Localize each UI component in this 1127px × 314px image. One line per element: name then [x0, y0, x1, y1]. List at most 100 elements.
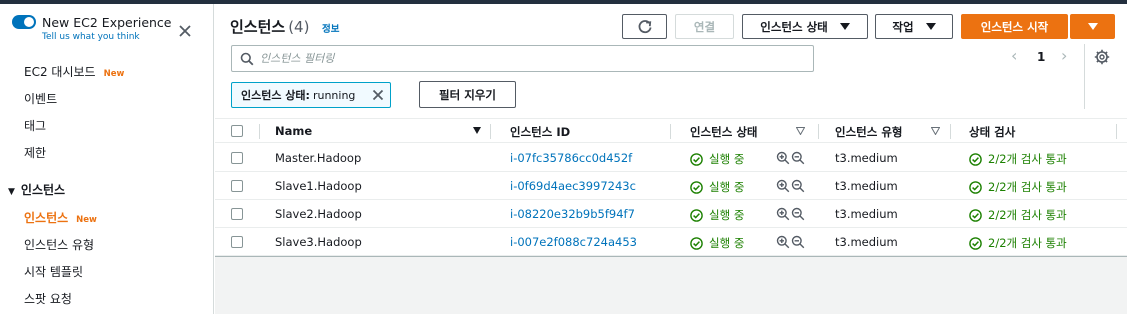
- instance-type: t3.medium: [835, 235, 898, 249]
- caret-down-icon: [925, 23, 936, 30]
- sort-desc-icon[interactable]: [473, 127, 481, 134]
- column-divider: [818, 124, 819, 139]
- main-content: 인스턴스(4) 정보 연결 인스턴스 상태 작업 인스턴스 시작 ‹ 1 › 인…: [215, 4, 1127, 314]
- new-badge: New: [103, 69, 125, 79]
- column-divider: [490, 124, 491, 139]
- current-page-number[interactable]: 1: [1037, 50, 1045, 64]
- instance-state: 실행 중: [690, 151, 744, 167]
- instance-name: Slave1.Hadoop: [275, 179, 362, 193]
- column-divider: [1116, 124, 1117, 139]
- column-header-name[interactable]: Name: [275, 124, 312, 138]
- instance-state-text: 실행 중: [709, 180, 745, 194]
- launch-dropdown-button[interactable]: [1070, 14, 1115, 39]
- column-header-status-check[interactable]: 상태 검사: [969, 124, 1015, 140]
- details-pane: [215, 256, 1127, 314]
- search-bar[interactable]: [231, 45, 814, 72]
- refresh-button[interactable]: [622, 14, 667, 39]
- actions-label: 작업: [892, 19, 914, 34]
- instance-type: t3.medium: [835, 207, 898, 221]
- toggle-track[interactable]: [12, 15, 36, 29]
- table-row[interactable]: Master.Hadoop i-07fc35786cc0d452f 실행 중 t…: [215, 144, 1127, 172]
- instance-state-text: 실행 중: [709, 152, 745, 166]
- status-check-text: 2/2개 검사 통과: [988, 236, 1067, 250]
- status-check: 2/2개 검사 통과: [969, 207, 1067, 223]
- filter-token-key: 인스턴스 상태:: [241, 89, 310, 102]
- zoom-out-icon[interactable]: [791, 235, 805, 249]
- sidebar-item-ec2-dashboard[interactable]: EC2 대시보드 New: [24, 63, 124, 80]
- table-header: Name 인스턴스 ID 인스턴스 상태 인스턴스 유형 상태 검사: [215, 118, 1127, 143]
- sidebar-item-limits[interactable]: 제한: [24, 144, 46, 161]
- row-checkbox[interactable]: [231, 208, 243, 220]
- zoom-out-icon[interactable]: [791, 179, 805, 193]
- toggle-knob: [24, 17, 34, 27]
- previous-page-button[interactable]: ‹: [1011, 46, 1017, 65]
- column-divider: [670, 124, 671, 139]
- status-check-text: 2/2개 검사 통과: [988, 152, 1067, 166]
- sidebar-item-instance-types[interactable]: 인스턴스 유형: [24, 236, 94, 253]
- sidebar-section-instances[interactable]: ▼ 인스턴스: [8, 181, 65, 198]
- sidebar-item-tags[interactable]: 태그: [24, 117, 46, 134]
- zoom-in-icon[interactable]: [776, 235, 790, 249]
- launch-instances-button[interactable]: 인스턴스 시작: [961, 14, 1068, 39]
- filter-token: 인스턴스 상태: running: [231, 82, 391, 108]
- sidebar-item-label: 인스턴스: [24, 211, 69, 225]
- sidebar-item-instances[interactable]: 인스턴스 New: [24, 209, 97, 226]
- instance-id-link[interactable]: i-07fc35786cc0d452f: [510, 151, 632, 165]
- caret-down-icon: [1087, 23, 1098, 30]
- sort-icon[interactable]: [796, 127, 805, 135]
- column-header-instance-id[interactable]: 인스턴스 ID: [510, 124, 570, 140]
- close-icon[interactable]: [372, 89, 384, 101]
- instance-name: Master.Hadoop: [275, 151, 362, 165]
- sort-icon[interactable]: [931, 127, 940, 135]
- filter-token-value: running: [312, 88, 356, 102]
- column-header-instance-state[interactable]: 인스턴스 상태: [690, 124, 757, 140]
- zoom-out-icon[interactable]: [791, 207, 805, 221]
- page-title-text: 인스턴스: [230, 18, 286, 36]
- instance-id-link[interactable]: i-007e2f088c724a453: [510, 235, 637, 249]
- close-icon[interactable]: [176, 22, 194, 40]
- connect-button[interactable]: 연결: [675, 14, 734, 39]
- zoom-out-icon[interactable]: [791, 151, 805, 165]
- table-row[interactable]: Slave3.Hadoop i-007e2f088c724a453 실행 중 t…: [215, 228, 1127, 256]
- status-check: 2/2개 검사 통과: [969, 179, 1067, 195]
- instance-state: 실행 중: [690, 179, 744, 195]
- clear-filters-button[interactable]: 필터 지우기: [419, 81, 516, 108]
- row-checkbox[interactable]: [231, 236, 243, 248]
- instance-id-link[interactable]: i-0f69d4aec3997243c: [510, 179, 636, 193]
- next-page-button[interactable]: ›: [1061, 46, 1067, 65]
- instance-state-label: 인스턴스 상태: [760, 19, 828, 34]
- row-checkbox[interactable]: [231, 180, 243, 192]
- sidebar-item-launch-templates[interactable]: 시작 템플릿: [24, 263, 83, 280]
- instance-state-button[interactable]: 인스턴스 상태: [742, 14, 868, 39]
- sidebar-item-events[interactable]: 이벤트: [24, 90, 57, 107]
- table-row[interactable]: Slave2.Hadoop i-08220e32b9b5f94f7 실행 중 t…: [215, 200, 1127, 228]
- select-all-checkbox[interactable]: [231, 125, 243, 137]
- search-input[interactable]: [260, 46, 800, 71]
- sidebar-item-spot-requests[interactable]: 스팟 요청: [24, 290, 72, 307]
- check-circle-icon: [690, 180, 703, 194]
- table-row[interactable]: Slave1.Hadoop i-0f69d4aec3997243c 실행 중 t…: [215, 172, 1127, 200]
- instance-name: Slave2.Hadoop: [275, 207, 362, 221]
- gear-icon[interactable]: [1094, 49, 1110, 65]
- instance-state-text: 실행 중: [709, 236, 745, 250]
- actions-button[interactable]: 작업: [875, 14, 953, 39]
- zoom-in-icon[interactable]: [776, 207, 790, 221]
- divider: [1084, 44, 1085, 109]
- check-circle-icon: [969, 208, 982, 222]
- instance-id-link[interactable]: i-08220e32b9b5f94f7: [510, 207, 635, 221]
- row-checkbox[interactable]: [231, 152, 243, 164]
- status-check: 2/2개 검사 통과: [969, 235, 1067, 251]
- caret-down-icon: [839, 23, 850, 30]
- zoom-in-icon[interactable]: [776, 179, 790, 193]
- check-circle-icon: [690, 208, 703, 222]
- instance-count: (4): [288, 18, 310, 36]
- sidebar: New EC2 Experience Tell us what you thin…: [0, 4, 214, 314]
- column-divider: [950, 124, 951, 139]
- info-link[interactable]: 정보: [322, 21, 339, 35]
- column-divider: [259, 124, 260, 139]
- feedback-link[interactable]: Tell us what you think: [42, 32, 140, 42]
- new-badge: New: [76, 215, 97, 225]
- zoom-in-icon[interactable]: [776, 151, 790, 165]
- check-circle-icon: [969, 152, 982, 166]
- column-header-instance-type[interactable]: 인스턴스 유형: [835, 124, 902, 140]
